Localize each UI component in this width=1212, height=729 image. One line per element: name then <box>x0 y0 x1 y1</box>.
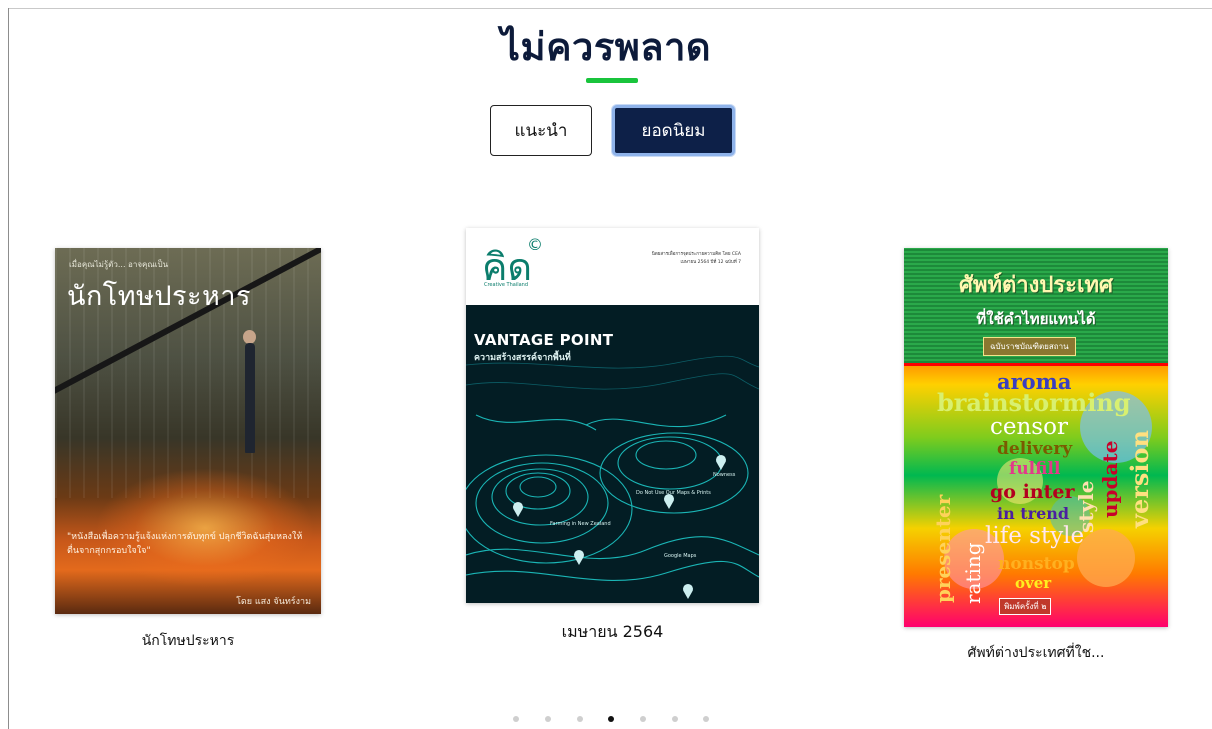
cover-header: คิด © Creative Thailand นิตยสารเพื่อการจ… <box>466 228 759 305</box>
book-cover-kid-magazine[interactable]: คิด © Creative Thailand นิตยสารเพื่อการจ… <box>466 228 759 603</box>
cover-glow <box>95 468 315 588</box>
cover-word: life style <box>985 523 1085 549</box>
cover-subheadline: ความสร้างสรรค์จากพื้นที่ <box>474 353 571 363</box>
cover-word: censor <box>990 414 1068 440</box>
carousel-dot[interactable] <box>608 716 614 722</box>
cover-title: นักโทษประหาร <box>67 281 252 312</box>
carousel-dot[interactable] <box>640 716 646 722</box>
magazine-subbrand: Creative Thailand <box>484 282 529 288</box>
tab-popular[interactable]: ยอดนิยม <box>612 105 735 156</box>
map-label: Do Not Use Our Maps & Prints <box>636 490 711 496</box>
cover-edition-badge: ฉบับราชบัณฑิตยสถาน <box>983 337 1076 356</box>
cover-word: rating <box>961 542 985 604</box>
cover-info-line: นิตยสารเพื่อการจุดประกายความคิด โดย CEA <box>651 252 741 257</box>
cover-kicker: เมื่อคุณไม่รู้ตัว... อาจคุณเป็น <box>69 260 169 269</box>
book-title-link[interactable]: ศัพท์ต่างประเทศที่ใช... <box>904 642 1168 664</box>
carousel-pagination <box>509 716 709 726</box>
cover-word: fulfill <box>1009 459 1061 479</box>
cover-issue-line: เมษายน 2564 ปีที่ 12 ฉบับที่ 7 <box>680 260 741 265</box>
cover-word: in trend <box>997 504 1070 523</box>
carousel-dot[interactable] <box>672 716 678 722</box>
book-title-link[interactable]: นักโทษประหาร <box>55 630 321 652</box>
cover-figure-head <box>243 330 256 344</box>
frame-top-border <box>8 8 1212 9</box>
frame-left-border <box>8 8 9 729</box>
cover-word: presenter <box>931 494 955 603</box>
carousel-dot[interactable] <box>577 716 583 722</box>
title-underline <box>586 78 638 83</box>
cover-author: โดย แสง จันทร์งาม <box>236 597 311 607</box>
cover-word: style <box>1074 480 1098 533</box>
map-label: Nowness <box>713 472 736 478</box>
cover-figure <box>245 343 255 453</box>
cover-divider <box>904 363 1168 366</box>
cover-word: delivery <box>997 439 1073 459</box>
cover-bubble <box>1077 529 1135 587</box>
cover-title: ศัพท์ต่างประเทศ <box>959 273 1113 298</box>
cover-word: brainstorming <box>937 388 1131 417</box>
carousel-dot[interactable] <box>513 716 519 722</box>
section-title: ไม่ควรพลาด <box>500 25 712 69</box>
cover-word: over <box>1015 574 1052 592</box>
book-cover-prisoner[interactable]: เมื่อคุณไม่รู้ตัว... อาจคุณเป็น นักโทษปร… <box>55 248 321 614</box>
carousel-dot[interactable] <box>545 716 551 722</box>
book-cover-foreign-words[interactable]: ศัพท์ต่างประเทศ ที่ใช้คำไทยแทนได้ ฉบับรา… <box>904 248 1168 627</box>
book-title-link[interactable]: เมษายน 2564 <box>466 620 759 645</box>
cover-headline: VANTAGE POINT <box>474 331 614 349</box>
map-label: Google Maps <box>664 553 697 559</box>
cover-quote: "หนังสือเพื่อความรู้แจ้งแห่งการดับทุกข์ … <box>67 532 303 556</box>
tab-recommended[interactable]: แนะนำ <box>490 105 592 156</box>
cover-word: nonstop <box>998 554 1075 574</box>
carousel-dot[interactable] <box>703 716 709 722</box>
cover-subtitle: ที่ใช้คำไทยแทนได้ <box>976 310 1096 328</box>
cover-word: version <box>1125 430 1154 528</box>
cover-word: go inter <box>990 481 1075 503</box>
cover-word: update <box>1098 440 1122 518</box>
copyright-mark: © <box>527 235 543 254</box>
map-label: Farming in New Zealand <box>550 521 611 527</box>
cover-print-note: พิมพ์ครั้งที่ ๒ <box>999 598 1052 615</box>
